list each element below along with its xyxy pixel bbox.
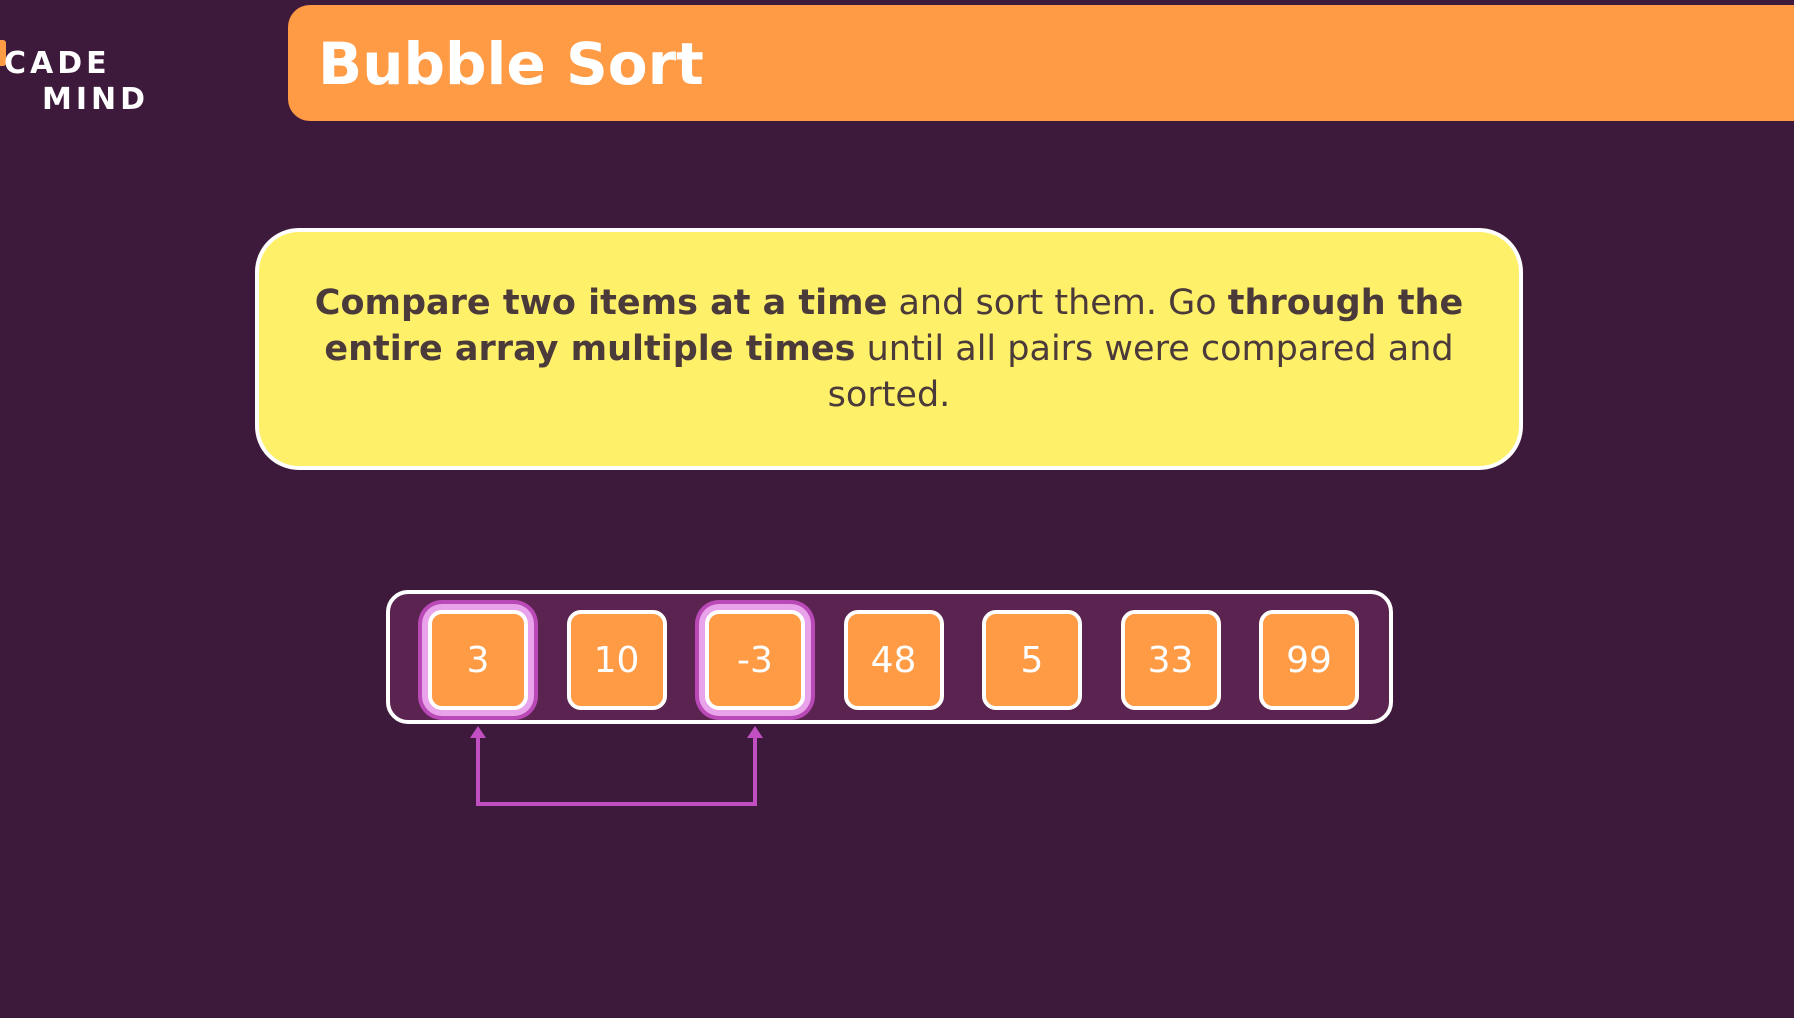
arrow-up-icon	[747, 726, 763, 738]
comparison-bracket	[476, 736, 757, 806]
arrow-up-icon	[470, 726, 486, 738]
comparison-connector	[470, 726, 763, 806]
